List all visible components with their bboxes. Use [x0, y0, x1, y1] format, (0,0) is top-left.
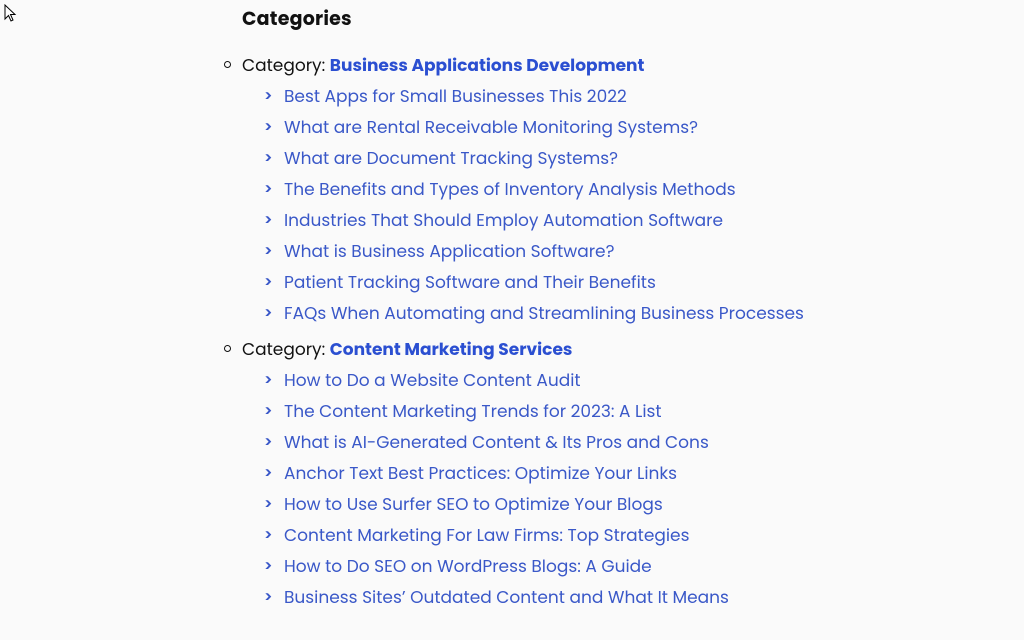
category-prefix: Category:: [242, 337, 330, 361]
page-title: Categories: [242, 4, 960, 33]
chevron-right-icon: >: [264, 205, 273, 236]
post-item: > What is Business Application Software?: [264, 236, 960, 267]
chevron-right-icon: >: [264, 298, 273, 329]
post-item: > The Content Marketing Trends for 2023: …: [264, 396, 960, 427]
post-item: > How to Do a Website Content Audit: [264, 365, 960, 396]
category-item: Category: Content Marketing Services > Ho…: [200, 335, 960, 613]
chevron-right-icon: >: [264, 458, 273, 489]
post-link[interactable]: Business Sites’ Outdated Content and Wha…: [284, 585, 729, 609]
post-link[interactable]: Patient Tracking Software and Their Bene…: [284, 270, 656, 294]
chevron-right-icon: >: [264, 112, 273, 143]
post-item: > Best Apps for Small Businesses This 202…: [264, 81, 960, 112]
post-link[interactable]: The Benefits and Types of Inventory Anal…: [284, 177, 736, 201]
post-link[interactable]: What is Business Application Software?: [284, 239, 615, 263]
chevron-right-icon: >: [264, 143, 273, 174]
post-item: > How to Use Surfer SEO to Optimize Your …: [264, 489, 960, 520]
post-list: > How to Do a Website Content Audit > The …: [242, 365, 960, 613]
post-link[interactable]: Content Marketing For Law Firms: Top Str…: [284, 523, 689, 547]
post-link[interactable]: Best Apps for Small Businesses This 2022: [284, 84, 627, 108]
category-link[interactable]: Business Applications Development: [330, 53, 645, 77]
post-item: > Business Sites’ Outdated Content and Wh…: [264, 582, 960, 613]
post-item: > Industries That Should Employ Automatio…: [264, 205, 960, 236]
post-link[interactable]: What is AI-Generated Content & Its Pros …: [284, 430, 709, 454]
chevron-right-icon: >: [264, 81, 273, 112]
post-list: > Best Apps for Small Businesses This 202…: [242, 81, 960, 329]
chevron-right-icon: >: [264, 489, 273, 520]
chevron-right-icon: >: [264, 427, 273, 458]
chevron-right-icon: >: [264, 365, 273, 396]
post-item: > Anchor Text Best Practices: Optimize Yo…: [264, 458, 960, 489]
chevron-right-icon: >: [264, 582, 273, 613]
category-prefix: Category:: [242, 53, 330, 77]
category-item: Category: Business Applications Developm…: [200, 51, 960, 329]
post-item: > What is AI-Generated Content & Its Pros…: [264, 427, 960, 458]
post-link[interactable]: Industries That Should Employ Automation…: [284, 208, 723, 232]
post-link[interactable]: What are Document Tracking Systems?: [284, 146, 618, 170]
chevron-right-icon: >: [264, 396, 273, 427]
category-link[interactable]: Content Marketing Services: [330, 337, 573, 361]
post-link[interactable]: How to Do SEO on WordPress Blogs: A Guid…: [284, 554, 652, 578]
post-item: > What are Rental Receivable Monitoring S…: [264, 112, 960, 143]
categories-section: Categories Category: Business Applicatio…: [200, 4, 960, 619]
post-link[interactable]: The Content Marketing Trends for 2023: A…: [284, 399, 662, 423]
chevron-right-icon: >: [264, 520, 273, 551]
chevron-right-icon: >: [264, 267, 273, 298]
post-item: > FAQs When Automating and Streamlining B…: [264, 298, 960, 329]
post-link[interactable]: Anchor Text Best Practices: Optimize You…: [284, 461, 677, 485]
chevron-right-icon: >: [264, 551, 273, 582]
post-item: > The Benefits and Types of Inventory Ana…: [264, 174, 960, 205]
chevron-right-icon: >: [264, 236, 273, 267]
chevron-right-icon: >: [264, 174, 273, 205]
category-line: Category: Business Applications Developm…: [242, 51, 960, 79]
post-item: > Content Marketing For Law Firms: Top St…: [264, 520, 960, 551]
category-list: Category: Business Applications Developm…: [200, 51, 960, 613]
post-link[interactable]: How to Use Surfer SEO to Optimize Your B…: [284, 492, 663, 516]
post-item: > What are Document Tracking Systems?: [264, 143, 960, 174]
category-line: Category: Content Marketing Services: [242, 335, 960, 363]
post-link[interactable]: FAQs When Automating and Streamlining Bu…: [284, 301, 804, 325]
post-link[interactable]: How to Do a Website Content Audit: [284, 368, 581, 392]
post-item: > Patient Tracking Software and Their Ben…: [264, 267, 960, 298]
mouse-cursor-icon: [4, 4, 18, 24]
post-item: > How to Do SEO on WordPress Blogs: A Gui…: [264, 551, 960, 582]
post-link[interactable]: What are Rental Receivable Monitoring Sy…: [284, 115, 698, 139]
